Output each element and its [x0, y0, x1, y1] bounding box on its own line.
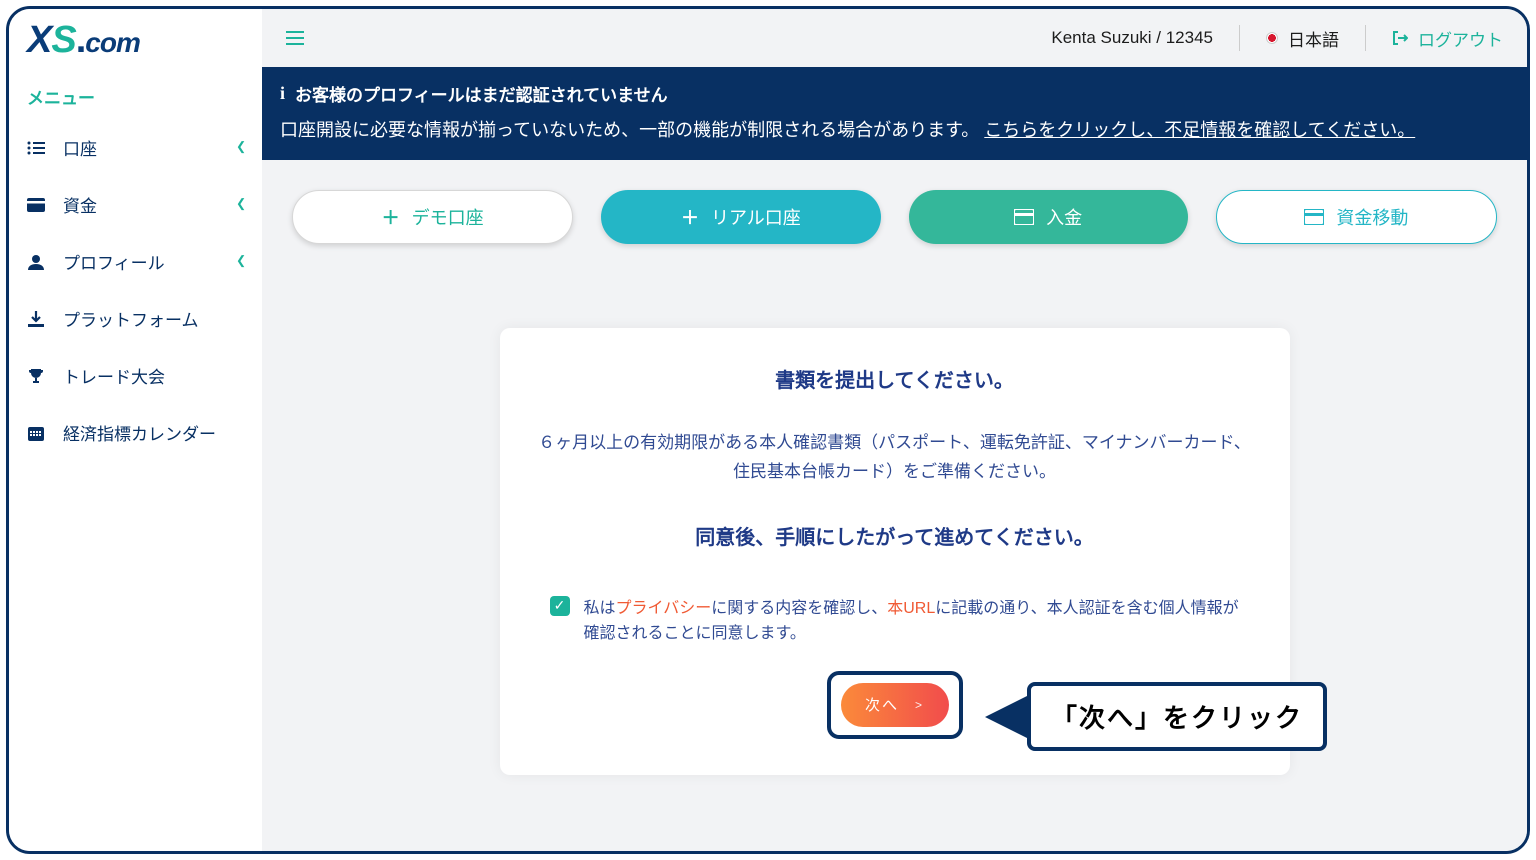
deposit-button[interactable]: 入金: [909, 190, 1188, 244]
sidebar-item-profile[interactable]: プロフィール ❯: [9, 233, 262, 290]
chevron-left-icon: ❯: [236, 198, 246, 212]
menu-heading: メニュー: [9, 70, 262, 119]
card-instructions: ６ヶ月以上の有効期限がある本人確認書類（パスポート、運転免許証、マイナンバーカー…: [536, 429, 1254, 487]
card-heading: 書類を提出してください。: [536, 364, 1254, 393]
main-area: Kenta Suzuki / 12345 日本語 ログアウト i お客様のプロフ…: [262, 9, 1527, 851]
calendar-icon: [25, 425, 47, 441]
demo-account-button[interactable]: ＋ デモ口座: [292, 190, 573, 244]
plus-icon: ＋: [382, 204, 400, 230]
annotation-callout: 「次へ」をクリック: [985, 682, 1327, 751]
transfer-button[interactable]: 資金移動: [1216, 190, 1497, 244]
sidebar-item-calendar[interactable]: 経済指標カレンダー: [9, 404, 262, 461]
callout-text: 「次へ」をクリック: [1027, 682, 1327, 751]
download-icon: [25, 311, 47, 327]
url-link[interactable]: 本URL: [887, 600, 935, 617]
banner-description: 口座開設に必要な情報が揃っていないため、一部の機能が制限される場合があります。 …: [280, 116, 1509, 142]
button-label: 資金移動: [1336, 204, 1408, 230]
banner-title: お客様のプロフィールはまだ認証されていません: [295, 81, 668, 106]
card-icon: [1014, 209, 1034, 225]
trophy-icon: [25, 368, 47, 384]
button-label: デモ口座: [412, 204, 484, 230]
consent-text: 私はプライバシーに関する内容を確認し、本URLに記載の通り、本人認証を含む個人情…: [584, 596, 1240, 647]
sidebar-item-competition[interactable]: トレード大会: [9, 347, 262, 404]
sidebar-item-label: 資金: [63, 192, 97, 217]
callout-arrow-icon: [985, 695, 1029, 739]
topbar: Kenta Suzuki / 12345 日本語 ログアウト: [262, 9, 1527, 67]
privacy-link[interactable]: プライバシー: [616, 600, 712, 617]
logo: XS.com: [9, 19, 262, 70]
banner-link[interactable]: こちらをクリックし、不足情報を確認してください。: [984, 120, 1415, 140]
consent-checkbox[interactable]: ✓: [550, 596, 570, 616]
sidebar-item-funds[interactable]: 資金 ❯: [9, 176, 262, 233]
action-buttons-row: ＋ デモ口座 ＋ リアル口座 入金 資金移動: [262, 160, 1527, 268]
chevron-right-icon: >: [915, 698, 924, 712]
language-label: 日本語: [1288, 26, 1339, 51]
separator: [1365, 25, 1366, 51]
menu-toggle-icon[interactable]: [286, 31, 304, 45]
plus-icon: ＋: [681, 204, 699, 230]
next-button-highlight: 次へ >: [827, 671, 963, 739]
list-icon: [25, 141, 47, 155]
sidebar-item-platform[interactable]: プラットフォーム: [9, 290, 262, 347]
flag-japan-icon: [1266, 32, 1278, 44]
real-account-button[interactable]: ＋ リアル口座: [601, 190, 880, 244]
sidebar-item-label: トレード大会: [63, 363, 165, 388]
separator: [1239, 25, 1240, 51]
sidebar-item-accounts[interactable]: 口座 ❯: [9, 119, 262, 176]
sidebar-item-label: 経済指標カレンダー: [63, 420, 216, 445]
chevron-left-icon: ❯: [236, 141, 246, 155]
consent-row: ✓ 私はプライバシーに関する内容を確認し、本URLに記載の通り、本人認証を含む個…: [536, 596, 1254, 647]
button-label: 入金: [1046, 204, 1082, 230]
language-selector[interactable]: 日本語: [1266, 26, 1339, 51]
sidebar-item-label: 口座: [63, 135, 97, 160]
next-label: 次へ: [865, 694, 899, 715]
verification-banner: i お客様のプロフィールはまだ認証されていません 口座開設に必要な情報が揃ってい…: [262, 67, 1527, 160]
sidebar-item-label: プラットフォーム: [63, 306, 199, 331]
card-subheading: 同意後、手順にしたがって進めてください。: [536, 521, 1254, 550]
logout-label: ログアウト: [1418, 26, 1503, 51]
next-button[interactable]: 次へ >: [841, 683, 949, 727]
user-info: Kenta Suzuki / 12345: [1051, 28, 1213, 48]
sidebar: XS.com メニュー 口座 ❯ 資金 ❯: [9, 9, 262, 851]
chevron-left-icon: ❯: [236, 255, 246, 269]
button-label: リアル口座: [711, 204, 801, 230]
wallet-icon: [25, 198, 47, 212]
card-icon: [1304, 209, 1324, 225]
banner-desc-text: 口座開設に必要な情報が揃っていないため、一部の機能が制限される場合があります。: [280, 120, 984, 140]
logout-button[interactable]: ログアウト: [1392, 26, 1503, 51]
user-icon: [25, 254, 47, 270]
info-icon: i: [280, 83, 285, 104]
sidebar-item-label: プロフィール: [63, 249, 165, 274]
